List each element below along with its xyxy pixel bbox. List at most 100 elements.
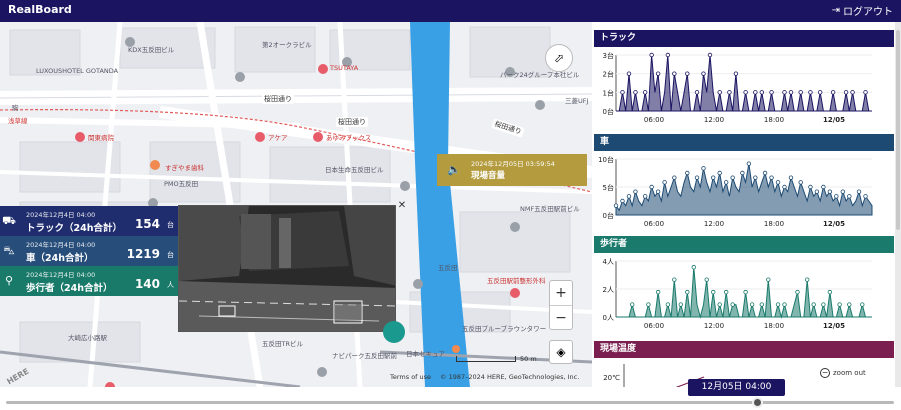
truck-icon: ⛟	[2, 214, 16, 227]
stat-timestamp: 2024年12月4日 04:00	[26, 211, 96, 219]
x-tick-label: 12/05	[823, 322, 845, 330]
compass-icon[interactable]: ⬀	[545, 44, 573, 72]
y-tick-label: 10台	[598, 155, 614, 164]
data-point	[850, 90, 855, 95]
data-point	[626, 194, 632, 199]
map-label: PMO五反田	[164, 180, 199, 188]
data-point	[655, 189, 661, 194]
data-point	[762, 170, 768, 176]
y-tick-label: 3台	[603, 51, 614, 60]
data-point	[759, 90, 765, 95]
data-point	[633, 189, 638, 194]
data-point	[795, 289, 800, 295]
data-point	[707, 52, 713, 58]
data-point	[642, 194, 648, 199]
map-label: LUXOUSHOTEL GOTANDA	[36, 67, 119, 75]
data-point	[691, 265, 696, 270]
y-tick-label: 20℃	[603, 374, 620, 382]
zoom-out-link[interactable]: − zoom out	[820, 368, 866, 378]
series-area	[615, 163, 873, 216]
zoom-out-button[interactable]: −	[550, 306, 572, 330]
data-point	[821, 184, 826, 190]
x-tick-label: 18:00	[764, 322, 784, 330]
map-label: あゆみブックス	[326, 134, 372, 142]
chart-panel-car: 車 10台 5台 0台 06:00 12:00 18:00 12/05	[594, 134, 894, 237]
close-popup-icon[interactable]: ✕	[397, 201, 407, 211]
data-point	[655, 289, 661, 295]
y-tick-label: 1台	[603, 88, 614, 97]
data-point	[727, 90, 732, 95]
camera-feed-popup[interactable]	[178, 205, 396, 332]
chart-panel-truck: トラック 3台 2台 1台 0台 06:00 12:00 18:00 12/05	[594, 30, 894, 133]
data-point	[685, 289, 690, 295]
stat-label: 歩行者（24h合計）	[26, 283, 113, 294]
map-label: 大崎広小路駅	[68, 334, 107, 342]
data-point	[798, 90, 803, 95]
site-marker[interactable]: 🔈 2024年12月05日 03:59:54 現場音量	[437, 154, 587, 186]
top-bar: RealBoard ⇥ ログアウト	[0, 0, 901, 22]
stat-car: ⛍ 2024年12月4日 04:00 車（24h合計） 1219 台	[0, 236, 180, 266]
x-tick-label: 06:00	[644, 116, 664, 124]
data-point	[649, 184, 654, 190]
data-point	[620, 198, 625, 204]
camera-image	[179, 206, 395, 331]
data-point	[694, 90, 700, 95]
data-point	[665, 302, 671, 307]
y-tick-label: 0台	[603, 211, 614, 220]
y-tick-label: 5台	[603, 183, 614, 192]
data-point	[769, 90, 774, 95]
pedestrian-icon: ⚲	[4, 274, 14, 287]
map-label: 五反田駅前整形外科	[487, 277, 546, 285]
logout-button[interactable]: ⇥ ログアウト	[832, 3, 893, 18]
x-tick-label: 06:00	[644, 322, 664, 330]
data-point	[847, 194, 852, 199]
road-label: 桜田通り	[336, 117, 368, 127]
brand-title: RealBoard	[8, 3, 72, 16]
stats-overlay: ⛟ 2024年12月4日 04:00 トラック（24h合計） 154 台 ⛍ 2…	[0, 206, 180, 296]
data-point	[856, 189, 862, 194]
map-label: 五反田TRビル	[262, 340, 303, 348]
location-marker[interactable]	[383, 321, 405, 343]
map-label: 関東病院	[88, 134, 114, 142]
stat-label: 車（24h合計）	[26, 253, 94, 264]
stat-timestamp: 2024年12月4日 04:00	[26, 271, 96, 279]
data-point	[759, 302, 765, 307]
stat-pedestrian: ⚲ 2024年12月4日 04:00 歩行者（24h合計） 140 人	[0, 266, 180, 296]
data-point	[863, 194, 868, 199]
stat-value: 140	[134, 277, 160, 291]
x-tick-label: 12:00	[704, 220, 724, 228]
data-point	[717, 170, 722, 176]
panel-title: 現場温度	[594, 341, 894, 358]
data-point	[749, 302, 755, 307]
sidebar-scroll-thumb[interactable]	[896, 30, 900, 230]
map-label: すぎやま歯科	[165, 164, 204, 172]
data-point	[733, 71, 739, 76]
zoom-in-button[interactable]: +	[550, 281, 572, 305]
y-tick-label: 0台	[603, 107, 614, 116]
data-point	[711, 289, 716, 295]
panel-title: 歩行者	[594, 236, 894, 253]
map-label: 浅草線	[8, 117, 28, 125]
data-point	[843, 90, 849, 95]
data-point	[860, 302, 865, 307]
charts-sidebar: トラック 3台 2台 1台 0台 06:00 12:00 18:00 12/05 車 10台 5…	[594, 22, 901, 387]
map-label: 三菱UFJ	[565, 97, 589, 105]
data-point	[804, 277, 810, 282]
panel-title: 車	[594, 134, 894, 151]
data-point	[694, 175, 700, 180]
data-point	[766, 277, 771, 282]
data-point	[830, 90, 836, 95]
layers-icon[interactable]: ◈	[549, 340, 573, 364]
panel-title: トラック	[594, 30, 894, 47]
map-label: 五反田ブルーブラウンタワー	[462, 325, 547, 333]
timeline-handle[interactable]	[752, 397, 763, 408]
stat-unit: 台	[167, 221, 174, 229]
data-point	[685, 170, 690, 176]
data-point	[620, 90, 625, 95]
data-point	[613, 203, 619, 208]
terms-link[interactable]: Terms of use	[390, 373, 431, 381]
data-point	[814, 189, 820, 194]
zoom-out-label: zoom out	[833, 369, 866, 377]
map-label: TSUTAYA	[330, 64, 359, 72]
data-point	[633, 90, 638, 95]
